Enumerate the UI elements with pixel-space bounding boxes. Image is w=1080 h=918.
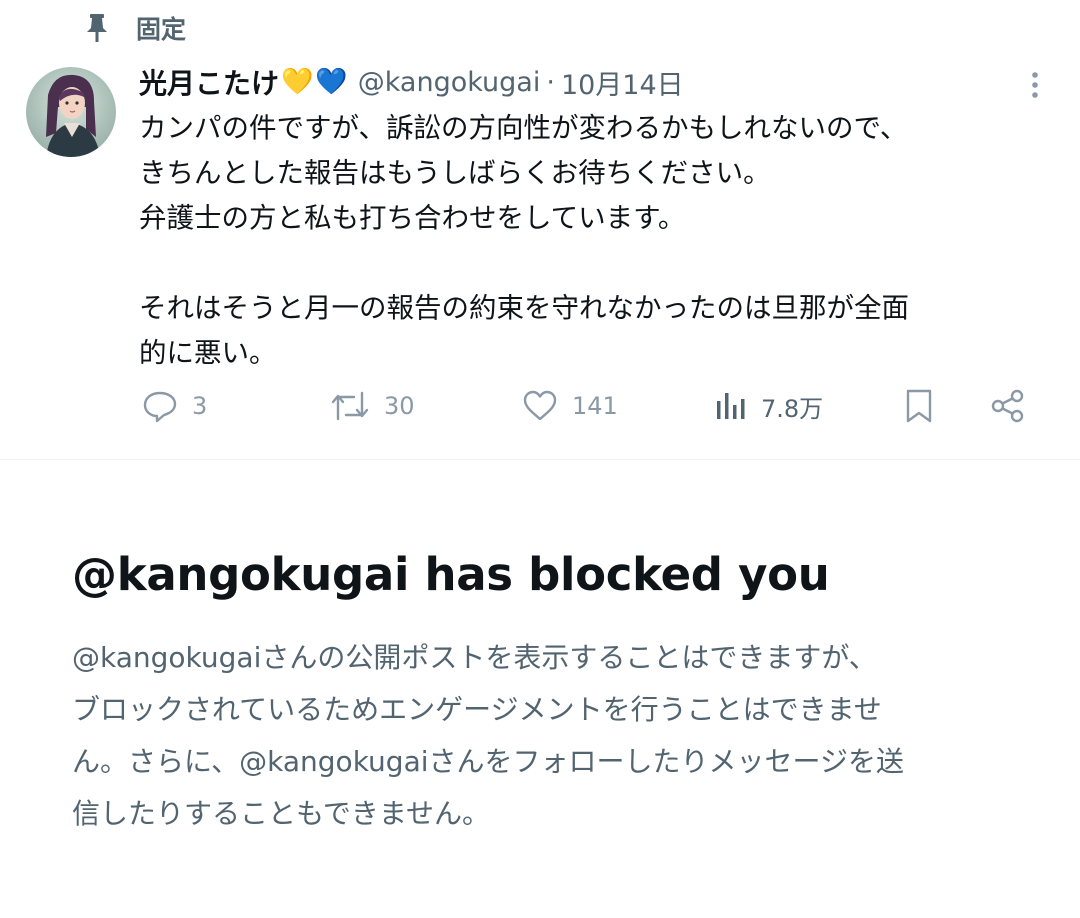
- tweet-timestamp[interactable]: 10月14日: [561, 63, 684, 102]
- tweet-text-line: 的に悪い。: [139, 337, 277, 369]
- display-name[interactable]: 光月こたけ: [139, 62, 279, 102]
- heart-icon: [522, 390, 558, 422]
- pin-icon: [84, 13, 110, 43]
- tweet-text: カンパの件ですが、訴訟の方向性が変わるかもしれないので、 きちんとした報告はもう…: [139, 106, 1044, 376]
- blue-heart-icon: 💙: [315, 67, 348, 97]
- share-icon: [990, 388, 1026, 424]
- blocked-description-line: @kangokugaiさんの公開ポストを表示することはできますが、: [72, 641, 877, 674]
- retweet-icon: [330, 389, 370, 423]
- reply-button[interactable]: 3: [142, 384, 207, 428]
- retweet-count: 30: [384, 392, 415, 420]
- tweet-text-line: カンパの件ですが、訴訟の方向性が変わるかもしれないので、: [139, 112, 908, 144]
- blocked-title: @kangokugai has blocked you: [72, 548, 830, 601]
- reply-count: 3: [192, 392, 208, 420]
- bookmark-button[interactable]: [904, 384, 934, 428]
- divider: [0, 459, 1080, 460]
- user-handle[interactable]: @kangokugai: [358, 67, 541, 98]
- more-options-icon[interactable]: [1020, 68, 1050, 102]
- blocked-description-line: ブロックされているためエンゲージメントを行うことはできませ: [72, 693, 882, 726]
- tweet-text-line: それはそうと月一の報告の約束を守れなかったのは旦那が全面: [139, 292, 909, 324]
- views-count: 7.8万: [761, 394, 824, 423]
- blocked-description-line: 信したりすることもできません。: [72, 797, 491, 830]
- views-button[interactable]: 7.8万: [715, 384, 823, 428]
- yellow-heart-icon: 💛: [281, 67, 314, 97]
- tweet-header: 光月こたけ 💛 💙 @kangokugai · 10月14日: [139, 62, 684, 102]
- bookmark-icon: [904, 388, 934, 424]
- tweet-text-line: きちんとした報告はもうしばらくお待ちください。: [139, 157, 771, 189]
- share-button[interactable]: [990, 384, 1026, 428]
- pinned-indicator: 固定: [84, 8, 186, 48]
- retweet-button[interactable]: 30: [330, 384, 415, 428]
- reply-icon: [142, 389, 178, 423]
- analytics-icon: [715, 391, 747, 421]
- separator-dot: ·: [546, 66, 555, 98]
- tweet-action-bar: 3 30 141 7.8万: [0, 384, 1080, 428]
- avatar[interactable]: [26, 67, 116, 157]
- blocked-description-line: ん。さらに、@kangokugaiさんをフォローしたりメッセージを送: [72, 745, 904, 778]
- like-count: 141: [572, 392, 618, 420]
- blocked-description: @kangokugaiさんの公開ポストを表示することはできますが、 ブロックされ…: [72, 632, 1012, 840]
- like-button[interactable]: 141: [522, 384, 618, 428]
- tweet-text-line: 弁護士の方と私も打ち合わせをしています。: [139, 202, 686, 234]
- pinned-label: 固定: [136, 15, 187, 44]
